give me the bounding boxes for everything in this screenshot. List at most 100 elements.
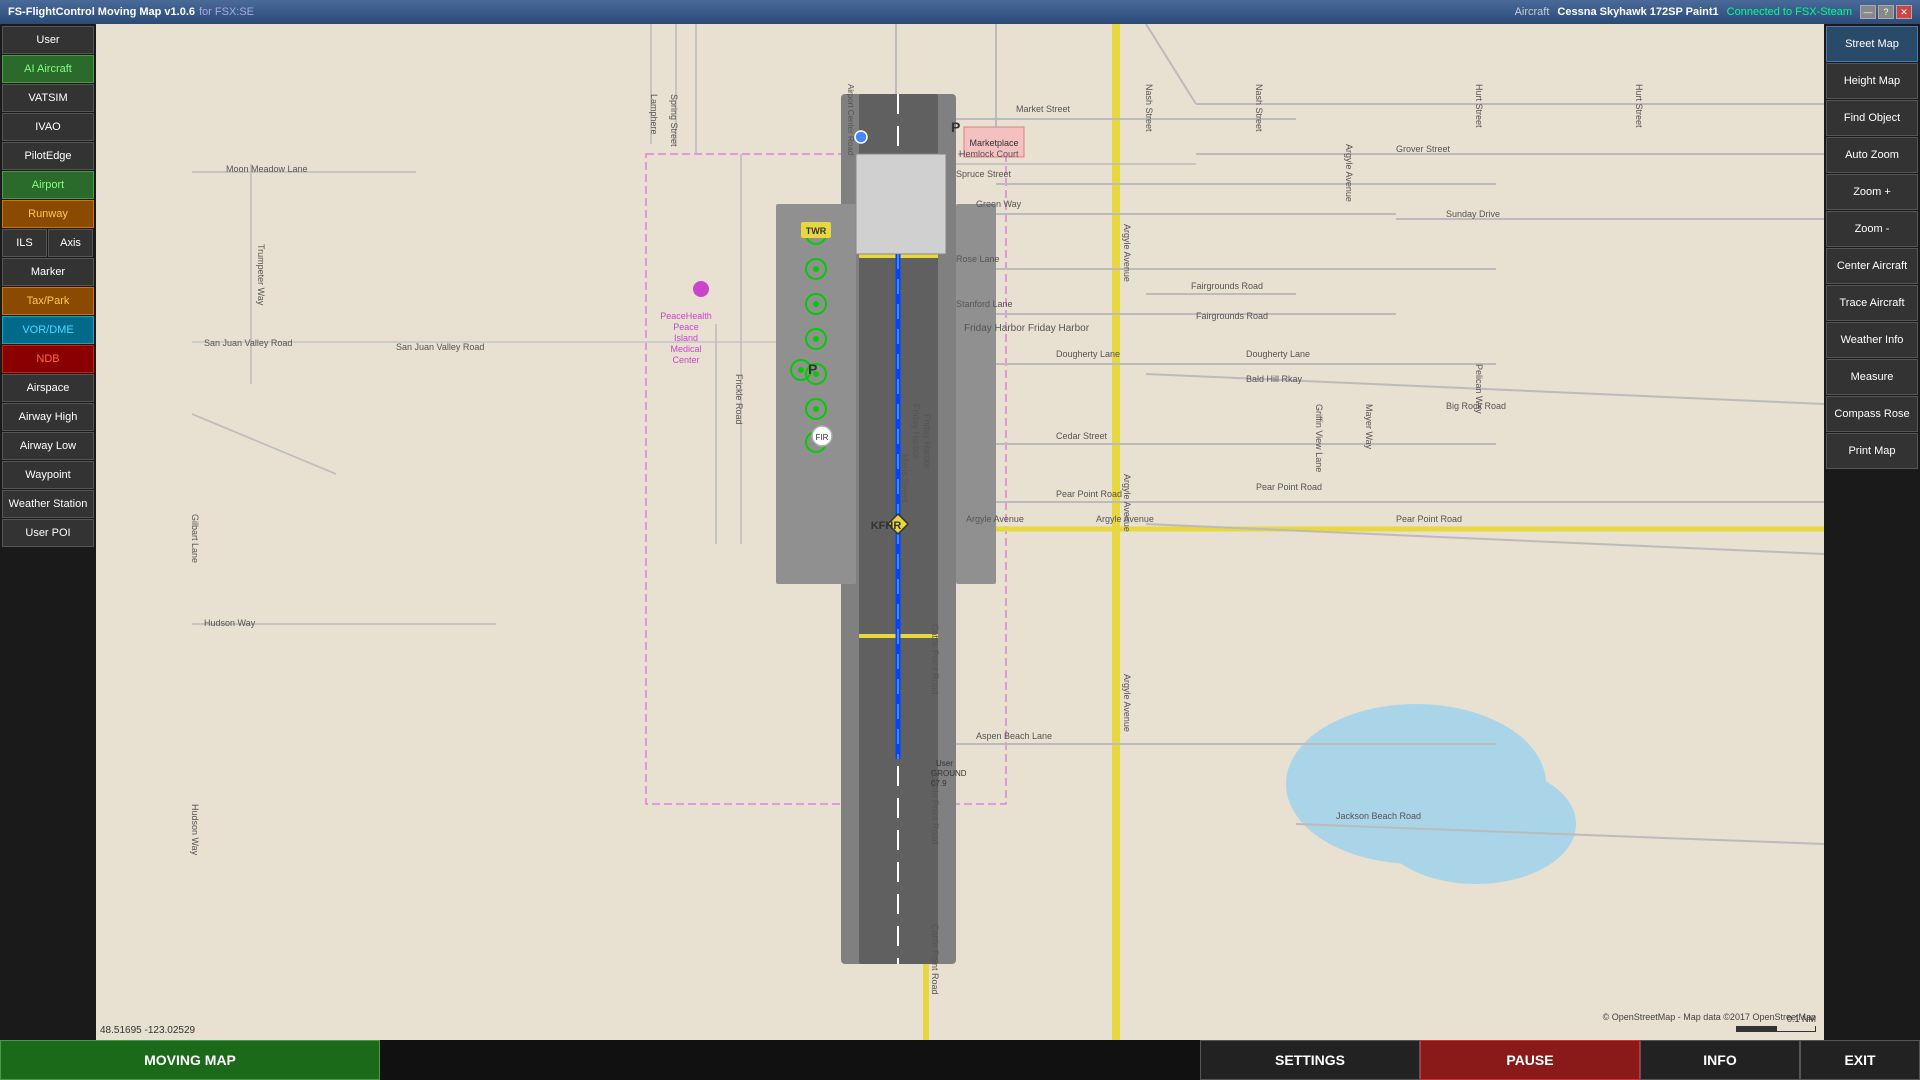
- svg-text:P: P: [951, 119, 960, 135]
- sidebar-btn-ils[interactable]: ILS: [2, 229, 47, 257]
- svg-text:San Juan Valley Road: San Juan Valley Road: [204, 338, 292, 348]
- right-btn-zoom-out[interactable]: Zoom -: [1826, 211, 1918, 247]
- svg-text:P: P: [808, 361, 817, 377]
- sidebar-btn-user-poi[interactable]: User POI: [2, 519, 94, 547]
- svg-text:Hudson Way: Hudson Way: [204, 618, 256, 628]
- minimize-button[interactable]: —: [1860, 5, 1876, 19]
- svg-text:Airport Center Road: Airport Center Road: [846, 84, 855, 155]
- svg-text:Trumpeter Way: Trumpeter Way: [256, 244, 266, 306]
- svg-text:Fairgrounds Road: Fairgrounds Road: [1196, 311, 1268, 321]
- sidebar-btn-ndb[interactable]: NDB: [2, 345, 94, 373]
- right-btn-weather-info[interactable]: Weather Info: [1826, 322, 1918, 358]
- sidebar-btn-airway-high[interactable]: Airway High: [2, 403, 94, 431]
- right-btn-height-map[interactable]: Height Map: [1826, 63, 1918, 99]
- close-button[interactable]: ✕: [1896, 5, 1912, 19]
- svg-text:Moon Meadow Lane: Moon Meadow Lane: [226, 164, 308, 174]
- sidebar-btn-marker[interactable]: Marker: [2, 258, 94, 286]
- map-area[interactable]: TWR KFHR FIR P P PeaceHealth Peace Islan…: [96, 24, 1824, 1040]
- aircraft-label: Aircraft: [1515, 6, 1550, 18]
- svg-text:KFHR: KFHR: [871, 520, 902, 532]
- svg-text:Spruce Street: Spruce Street: [956, 169, 1012, 179]
- sidebar-btn-airspace[interactable]: Airspace: [2, 374, 94, 402]
- help-button[interactable]: ?: [1878, 5, 1894, 19]
- right-btn-auto-zoom[interactable]: Auto Zoom: [1826, 137, 1918, 173]
- sidebar-btn-axis[interactable]: Axis: [48, 229, 93, 257]
- bottom-bar: MOVING MAP SETTINGS PAUSE INFO EXIT: [0, 1040, 1920, 1080]
- app-name: FS-FlightControl Moving Map v1.0.6: [8, 6, 195, 18]
- right-btn-zoom-in[interactable]: Zoom +: [1826, 174, 1918, 210]
- sidebar-btn-ai-aircraft[interactable]: AI Aircraft: [2, 55, 94, 83]
- svg-text:Cattle Point Road: Cattle Point Road: [930, 924, 940, 995]
- svg-text:Gilbart Lane: Gilbart Lane: [190, 514, 200, 563]
- sidebar-btn-user[interactable]: User: [2, 26, 94, 54]
- svg-text:Argyle Avenue: Argyle Avenue: [1344, 144, 1354, 202]
- sidebar-btn-airport[interactable]: Airport: [2, 171, 94, 199]
- moving-map-button[interactable]: MOVING MAP: [0, 1040, 380, 1080]
- right-btn-find-object[interactable]: Find Object: [1826, 100, 1918, 136]
- sidebar-btn-vatsim[interactable]: VATSIM: [2, 84, 94, 112]
- svg-text:TWR: TWR: [806, 226, 827, 236]
- settings-button[interactable]: SETTINGS: [1200, 1040, 1420, 1080]
- svg-text:Hurt Street: Hurt Street: [1474, 84, 1484, 128]
- sidebar-btn-airway-low[interactable]: Airway Low: [2, 432, 94, 460]
- right-btn-measure[interactable]: Measure: [1826, 359, 1918, 395]
- svg-text:FIR: FIR: [816, 433, 829, 442]
- svg-text:Fairgrounds Road: Fairgrounds Road: [1191, 281, 1263, 291]
- sidebar-btn-waypoint[interactable]: Waypoint: [2, 461, 94, 489]
- right-btn-print-map[interactable]: Print Map: [1826, 433, 1918, 469]
- svg-text:Jackson Beach Road: Jackson Beach Road: [1336, 811, 1421, 821]
- map-svg: TWR KFHR FIR P P PeaceHealth Peace Islan…: [96, 24, 1824, 1040]
- titlebar-right: Aircraft Cessna Skyhawk 172SP Paint1 Con…: [1515, 5, 1912, 19]
- svg-text:Sunday Drive: Sunday Drive: [1446, 209, 1500, 219]
- svg-text:Maris Street: Maris Street: [900, 454, 910, 503]
- sidebar-btn-weather-station[interactable]: Weather Station: [2, 490, 94, 518]
- svg-text:Griffin View Lane: Griffin View Lane: [1314, 404, 1324, 472]
- svg-text:Pelican Way: Pelican Way: [1474, 364, 1484, 414]
- right-btn-trace-aircraft[interactable]: Trace Aircraft: [1826, 285, 1918, 321]
- svg-text:Marketplace: Marketplace: [969, 138, 1018, 148]
- svg-text:Lamphere: Lamphere: [649, 94, 659, 135]
- svg-text:PeaceHealth: PeaceHealth: [660, 311, 712, 321]
- svg-text:Argyle Avenue: Argyle Avenue: [966, 514, 1024, 524]
- svg-text:Cattle Point Road: Cattle Point Road: [930, 624, 940, 695]
- svg-text:Argyle Avenue: Argyle Avenue: [1122, 674, 1132, 732]
- svg-text:Argyle Avenue: Argyle Avenue: [1122, 474, 1132, 532]
- svg-text:Grover Street: Grover Street: [1396, 144, 1451, 154]
- svg-text:Pear Point Road: Pear Point Road: [1056, 489, 1122, 499]
- right-btn-street-map[interactable]: Street Map: [1826, 26, 1918, 62]
- svg-text:Stanford Lane: Stanford Lane: [956, 299, 1013, 309]
- svg-text:Rose Lane: Rose Lane: [956, 254, 1000, 264]
- svg-text:Bald Hill Rkay: Bald Hill Rkay: [1246, 374, 1303, 384]
- svg-text:User: User: [936, 759, 953, 768]
- svg-text:Medical: Medical: [670, 344, 701, 354]
- sidebar-btn-tax-park[interactable]: Tax/Park: [2, 287, 94, 315]
- sidebar-btn-runway[interactable]: Runway: [2, 200, 94, 228]
- sim-name: for FSX:SE: [199, 6, 254, 18]
- svg-text:Market Street: Market Street: [1016, 104, 1071, 114]
- svg-text:Hudson Way: Hudson Way: [190, 804, 200, 856]
- svg-text:Friday Harbor: Friday Harbor: [922, 414, 932, 469]
- exit-button[interactable]: EXIT: [1800, 1040, 1920, 1080]
- sidebar-btn-pilotedge[interactable]: PilotEdge: [2, 142, 94, 170]
- right-btn-compass-rose[interactable]: Compass Rose: [1826, 396, 1918, 432]
- coordinates-display: 48.51695 -123.02529: [100, 1025, 195, 1036]
- svg-text:Nash Street: Nash Street: [1144, 84, 1154, 132]
- svg-text:Cattle Point Road: Cattle Point Road: [930, 774, 940, 845]
- sidebar-btn-vor-dme[interactable]: VOR/DME: [2, 316, 94, 344]
- svg-text:Aspen Beach Lane: Aspen Beach Lane: [976, 731, 1052, 741]
- svg-text:Friday Harbor Friday Harbor: Friday Harbor Friday Harbor: [964, 323, 1090, 334]
- scale-line: [1736, 1026, 1816, 1032]
- svg-text:Dougherty Lane: Dougherty Lane: [1056, 349, 1120, 359]
- pause-button[interactable]: PAUSE: [1420, 1040, 1640, 1080]
- info-button[interactable]: INFO: [1640, 1040, 1800, 1080]
- titlebar: FS-FlightControl Moving Map v1.0.6 for F…: [0, 0, 1920, 24]
- coord-text: 48.51695 -123.02529: [100, 1025, 195, 1036]
- connected-label: Connected to FSX-Steam: [1727, 6, 1852, 18]
- left-sidebar: User AI Aircraft VATSIM IVAO PilotEdge A…: [0, 24, 96, 1040]
- svg-text:Green Way: Green Way: [976, 199, 1022, 209]
- svg-text:Nash Street: Nash Street: [1254, 84, 1264, 132]
- copyright-text: © OpenStreetMap - Map data ©2017 OpenStr…: [1603, 1012, 1816, 1022]
- right-btn-center-aircraft[interactable]: Center Aircraft: [1826, 248, 1918, 284]
- svg-text:Dougherty Lane: Dougherty Lane: [1246, 349, 1310, 359]
- sidebar-btn-ivao[interactable]: IVAO: [2, 113, 94, 141]
